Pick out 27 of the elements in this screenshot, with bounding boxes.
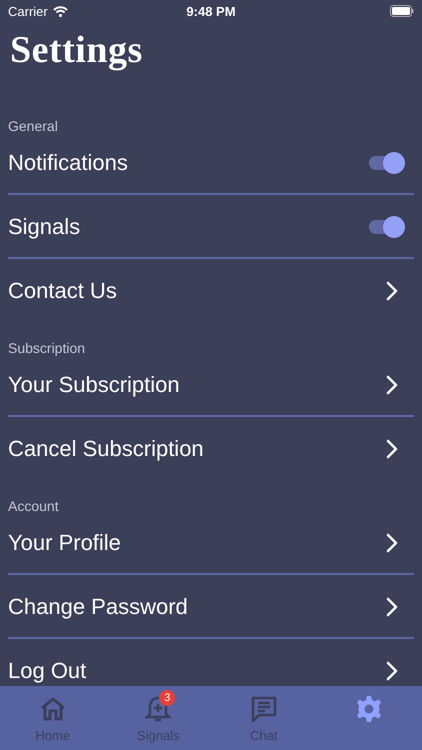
chevron-right-icon [386, 661, 398, 681]
carrier-label: Carrier [8, 4, 48, 18]
chevron-right-icon [386, 533, 398, 553]
settings-item[interactable]: Signals [8, 214, 362, 240]
settings-item[interactable]: Your Subscription [8, 372, 386, 398]
chevron-right-icon [386, 281, 398, 301]
settings-item[interactable]: Cancel Subscription [8, 436, 386, 462]
bell-icon[interactable] [145, 695, 172, 723]
settings-icon[interactable] [355, 695, 384, 723]
section-header: General [7, 117, 59, 134]
settings-item[interactable]: Change Password [8, 594, 386, 620]
notification-badge: 3 [159, 690, 176, 706]
settings-item[interactable]: Your Profile [8, 530, 386, 556]
status-time: 9:48 PM [185, 4, 237, 18]
settings-item[interactable]: Log Out [8, 658, 386, 684]
settings-item[interactable]: Notifications [8, 150, 362, 176]
wifi-icon [52, 6, 68, 16]
page-title: Settings [9, 28, 144, 73]
battery-icon [390, 5, 414, 17]
section-header: Subscription [7, 339, 86, 356]
chat-icon[interactable] [250, 695, 278, 723]
section-header: Account [7, 497, 60, 514]
chevron-right-icon [386, 439, 398, 459]
chevron-right-icon [386, 597, 398, 617]
settings-item[interactable]: Contact Us [8, 278, 386, 304]
home-icon[interactable] [38, 696, 67, 722]
chevron-right-icon [386, 375, 398, 395]
